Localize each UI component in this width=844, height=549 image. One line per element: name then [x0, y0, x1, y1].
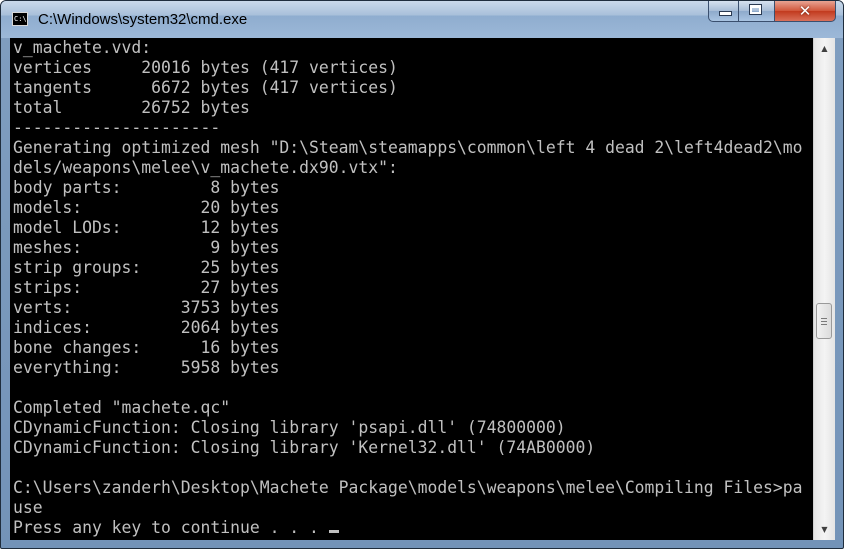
console-line: C:\Users\zanderh\Desktop\Machete Package… [13, 478, 803, 497]
window-title: C:\Windows\system32\cmd.exe [38, 11, 248, 28]
maximize-icon [749, 4, 762, 15]
text-cursor [328, 530, 339, 533]
scroll-up-arrow-icon[interactable]: ▲ [816, 40, 833, 57]
console-output[interactable]: v_machete.vvd: vertices 20016 bytes (417… [10, 38, 813, 540]
console-line: everything: 5958 bytes [13, 358, 280, 377]
console-line: total 26752 bytes [13, 98, 250, 117]
cmd-icon[interactable]: C:\ [12, 12, 28, 26]
scroll-thumb[interactable] [816, 303, 832, 339]
console-line: Generating optimized mesh "D:\Steam\stea… [13, 138, 803, 157]
console-line: v_machete.vvd: [13, 38, 152, 57]
console-line: strip groups: 25 bytes [13, 258, 280, 277]
console-line: --------------------- [13, 118, 221, 137]
scroll-down-arrow-icon[interactable]: ▼ [816, 521, 833, 538]
console-line: vertices 20016 bytes (417 vertices) [13, 58, 398, 77]
cmd-window: C:\ C:\Windows\system32\cmd.exe ✕ v_mach… [0, 0, 844, 549]
minimize-button[interactable] [708, 1, 739, 22]
console-line: verts: 3753 bytes [13, 298, 280, 317]
console-line: CDynamicFunction: Closing library 'Kerne… [13, 438, 596, 457]
console-line: bone changes: 16 bytes [13, 338, 280, 357]
console-line: tangents 6672 bytes (417 vertices) [13, 78, 398, 97]
console-line: use [13, 498, 43, 517]
vertical-scrollbar[interactable]: ▲ ▼ [813, 38, 835, 540]
close-button[interactable]: ✕ [774, 1, 836, 22]
console-line: body parts: 8 bytes [13, 178, 280, 197]
console-line: CDynamicFunction: Closing library 'psapi… [13, 418, 566, 437]
grip-line [821, 324, 827, 325]
close-icon: ✕ [798, 2, 812, 20]
prompt-text: Press any key to continue . . . [13, 518, 329, 537]
console-line: models: 20 bytes [13, 198, 280, 217]
console-line: dels/weapons\melee\v_machete.dx90.vtx": [13, 158, 398, 177]
grip-line [821, 318, 827, 319]
grip-line [821, 321, 827, 322]
console-line: meshes: 9 bytes [13, 238, 280, 257]
maximize-button[interactable] [738, 1, 775, 22]
minimize-icon [719, 11, 732, 16]
console-line: indices: 2064 bytes [13, 318, 280, 337]
title-bar[interactable]: C:\ C:\Windows\system32\cmd.exe ✕ [1, 1, 843, 38]
console-line: strips: 27 bytes [13, 278, 280, 297]
console-prompt-line: Press any key to continue . . . [13, 518, 339, 538]
console-line: Completed "machete.qc" [13, 398, 231, 417]
console-line: model LODs: 12 bytes [13, 218, 280, 237]
